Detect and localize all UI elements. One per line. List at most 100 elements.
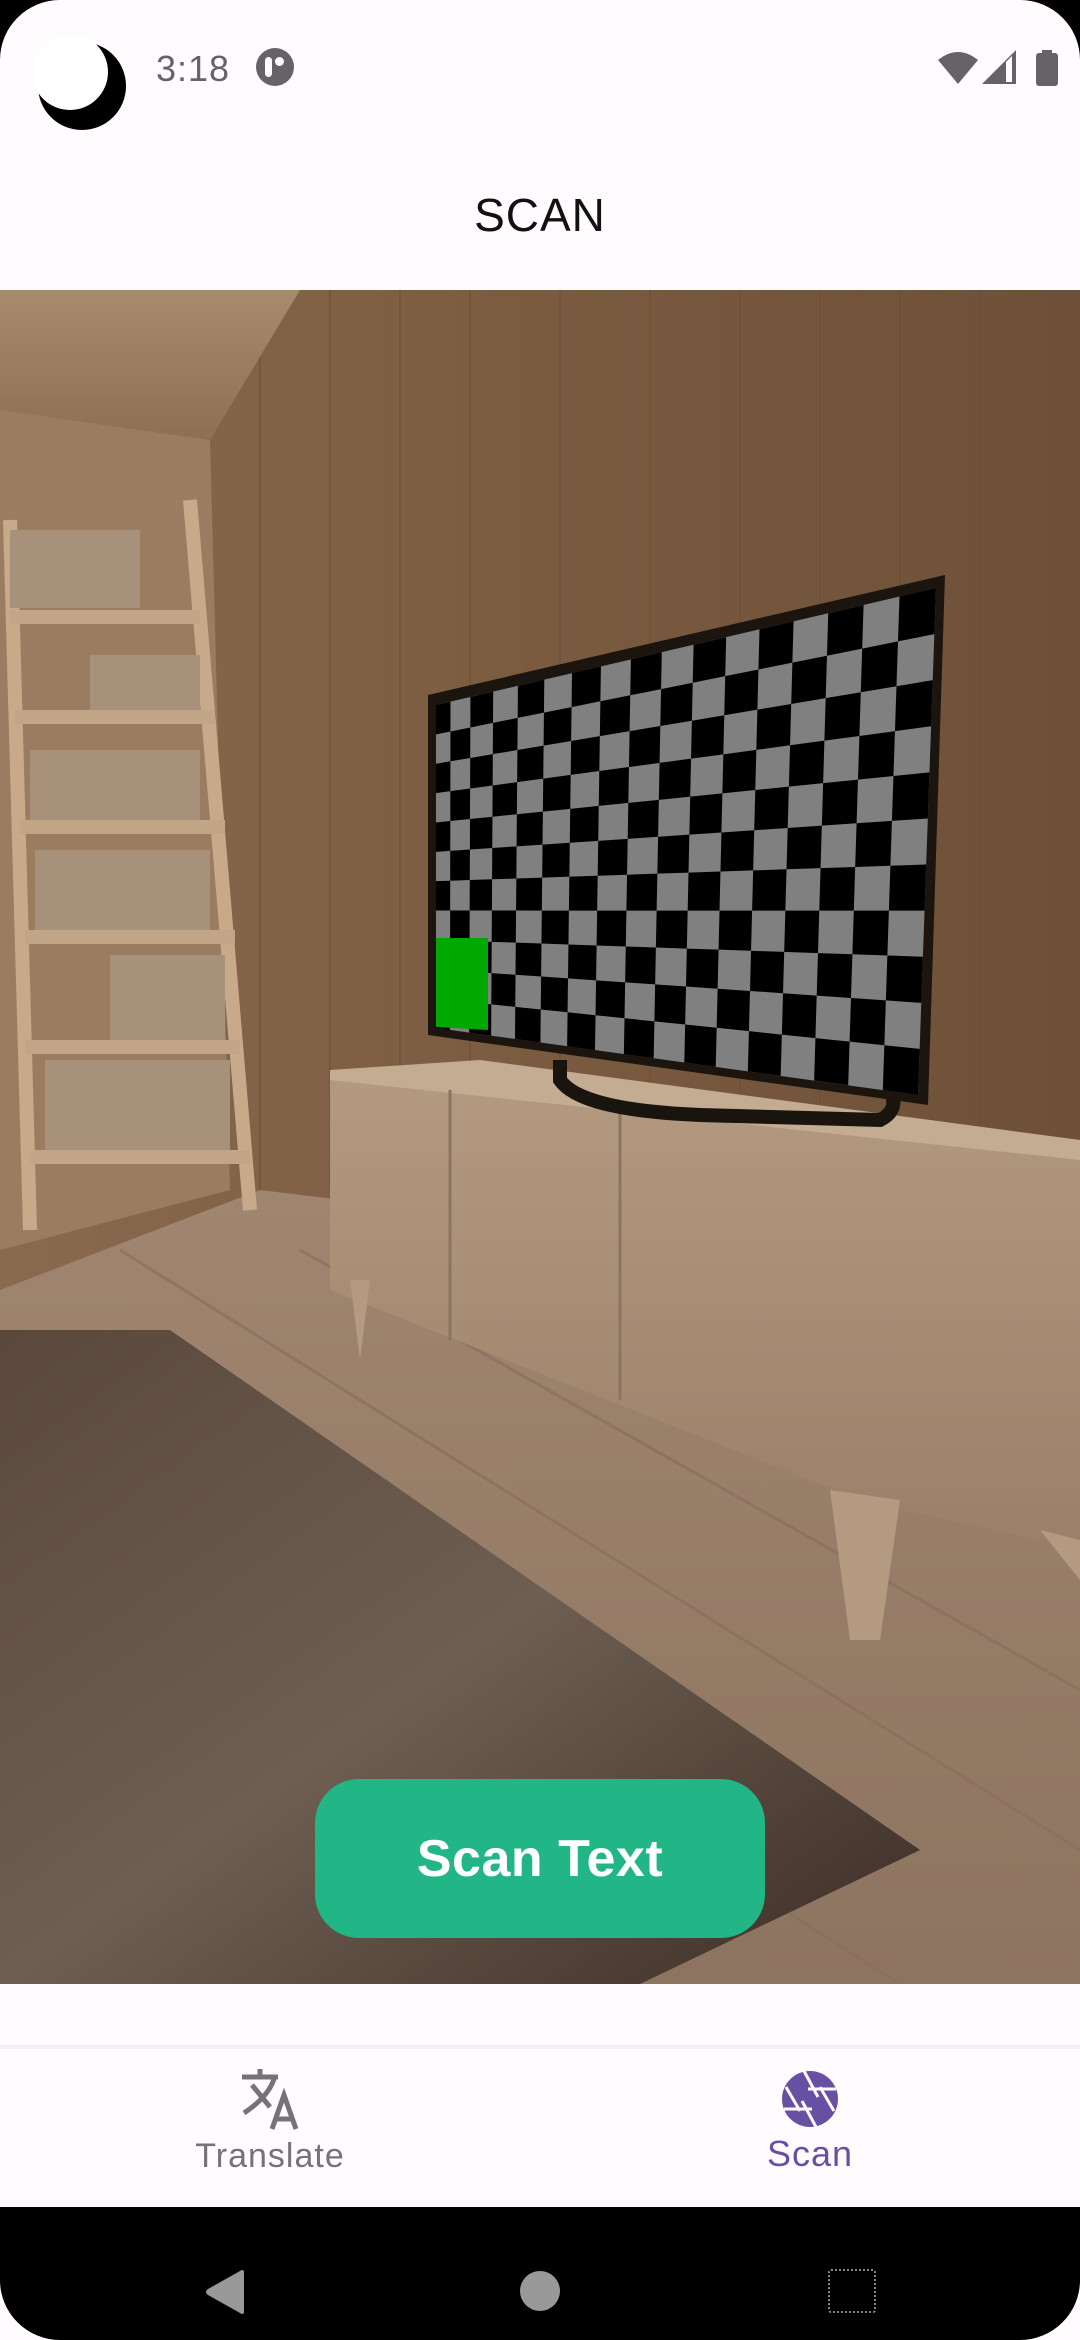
checker-square <box>758 621 794 670</box>
checker-square <box>450 910 470 942</box>
checker-square <box>654 984 686 1025</box>
checker-square <box>596 910 627 947</box>
nav-item-translate[interactable]: Translate <box>0 2049 540 2207</box>
checker-square <box>692 637 727 683</box>
checker-square <box>749 950 785 994</box>
checker-square <box>436 701 451 735</box>
checker-square <box>542 842 570 878</box>
checker-square <box>436 821 451 852</box>
home-button[interactable] <box>520 2271 560 2311</box>
checker-square <box>626 873 658 911</box>
checker-square <box>598 767 629 806</box>
translate-icon <box>242 2069 299 2130</box>
checker-square <box>627 799 659 839</box>
nav-item-scan[interactable]: Scan <box>540 2049 1080 2207</box>
checker-square <box>491 973 516 1007</box>
scan-text-button[interactable]: Scan Text <box>315 1779 765 1938</box>
checker-square <box>852 910 889 956</box>
phone-screen: 3:18 SCAN Scan Text Translate Scan <box>0 0 1080 2340</box>
checker-square <box>689 793 723 835</box>
checker-square <box>754 786 789 831</box>
checker-square <box>541 910 569 945</box>
status-bar: 3:18 <box>0 0 1080 140</box>
checker-square <box>657 834 690 874</box>
checker-square <box>516 877 543 911</box>
checker-square <box>567 1012 596 1051</box>
checker-square <box>436 880 451 911</box>
checker-square <box>791 655 827 704</box>
checker-square <box>514 1006 541 1043</box>
checker-square <box>855 820 892 867</box>
checker-square <box>571 666 601 708</box>
camera-shutter-icon <box>782 2070 838 2128</box>
checker-square <box>885 955 923 1003</box>
checker-square <box>821 779 858 826</box>
checker-square <box>860 641 898 693</box>
wifi-icon <box>938 52 978 84</box>
checker-square <box>752 869 787 911</box>
checker-square <box>517 745 544 783</box>
cellular-signal-icon <box>982 50 1016 84</box>
checker-square <box>849 997 886 1046</box>
checker-square <box>625 946 656 985</box>
checker-square <box>724 669 759 716</box>
recents-button[interactable] <box>828 2269 876 2313</box>
checker-square <box>684 1024 717 1067</box>
app-bar: SCAN <box>0 140 1080 290</box>
checker-square <box>569 805 599 843</box>
checker-square <box>819 866 856 911</box>
checker-square <box>891 772 930 821</box>
checker-square <box>816 953 853 998</box>
checker-square <box>597 838 628 876</box>
checker-square <box>542 774 571 812</box>
checker-square <box>470 754 493 789</box>
checker-square <box>781 993 817 1039</box>
moon-icon <box>36 36 126 130</box>
camera-preview[interactable] <box>0 290 1080 1984</box>
checker-square <box>691 715 725 759</box>
checker-square <box>630 652 662 696</box>
checker-square <box>814 1038 850 1086</box>
checker-square <box>786 825 822 870</box>
checker-square <box>882 1045 920 1095</box>
nav-label-scan: Scan <box>766 2133 854 2174</box>
checker-square <box>685 948 719 989</box>
checker-square <box>623 1018 655 1059</box>
checker-square <box>491 910 517 943</box>
bottom-navigation: Translate Scan <box>0 2049 1080 2207</box>
checker-square <box>716 988 750 1032</box>
checker-square <box>824 692 861 741</box>
checker-square <box>628 725 661 768</box>
camera-preview-scene <box>0 290 1080 1984</box>
checker-square <box>469 879 493 911</box>
checker-square <box>756 703 792 750</box>
back-button[interactable] <box>204 2269 248 2315</box>
checker-square <box>718 910 753 951</box>
page-title: SCAN <box>474 189 606 241</box>
checker-square <box>568 944 597 981</box>
checker-square <box>492 782 518 817</box>
clock-time: 3:18 <box>156 48 231 89</box>
checker-square <box>540 976 569 1013</box>
checker-square <box>747 1031 782 1076</box>
checker-square <box>436 761 451 794</box>
checker-square <box>517 679 545 718</box>
checker-square <box>784 910 820 954</box>
back-icon <box>206 2270 244 2314</box>
notification-app-icon <box>256 48 294 86</box>
checker-square <box>897 588 936 642</box>
battery-icon <box>1036 50 1058 86</box>
checker-square <box>599 695 631 737</box>
checker-square <box>492 846 517 880</box>
tv-green-marker <box>436 938 488 1030</box>
checker-square <box>450 727 471 762</box>
checker-square <box>543 707 572 746</box>
checker-square <box>894 680 933 732</box>
checker-square <box>658 758 692 800</box>
checker-square <box>470 691 494 728</box>
checker-square <box>720 830 755 872</box>
checker-square <box>570 736 600 775</box>
checker-square <box>515 942 542 977</box>
checker-square <box>687 871 721 911</box>
checker-square <box>655 910 688 949</box>
